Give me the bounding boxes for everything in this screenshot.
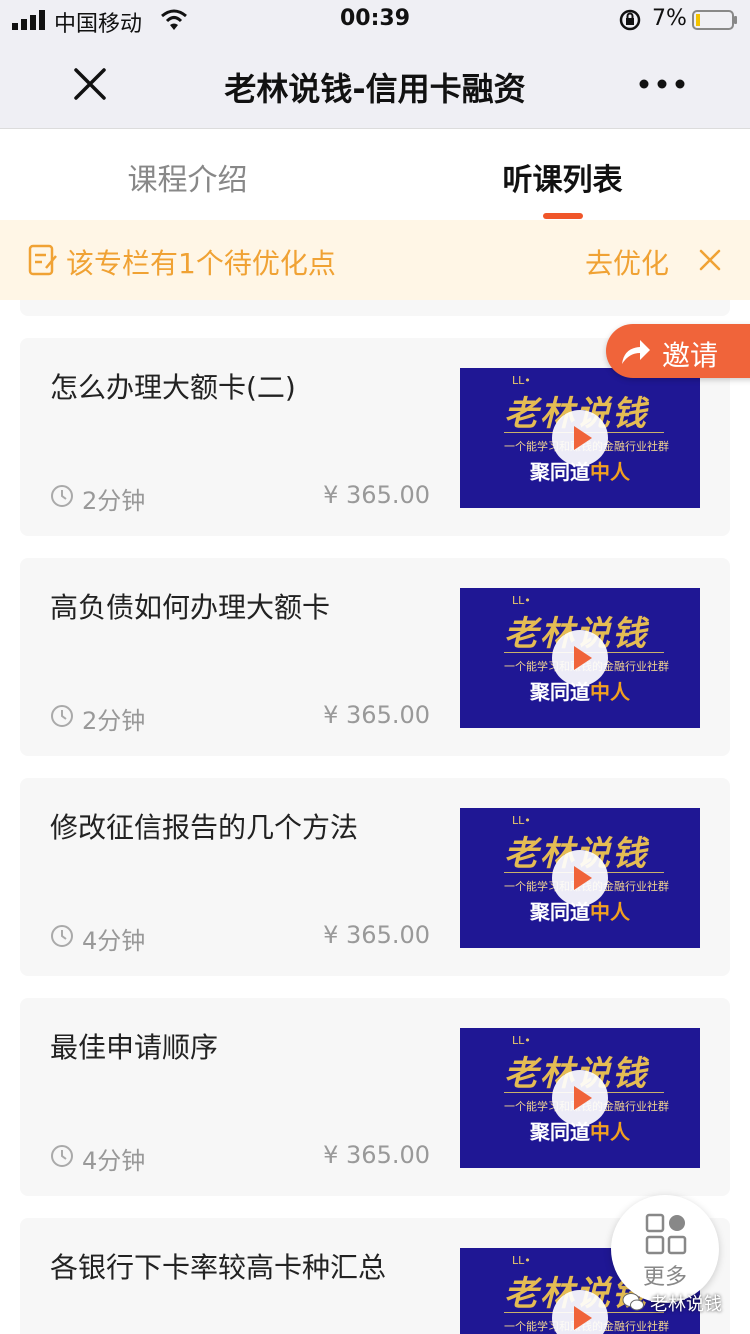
active-tab-indicator	[543, 213, 583, 219]
lesson-title: 怎么办理大额卡(二)	[50, 371, 296, 404]
lesson-price: ¥ 365.00	[323, 1141, 430, 1169]
grid-apps-icon	[645, 1213, 687, 1255]
invite-label: 邀请	[662, 339, 719, 372]
lesson-price: ¥ 365.00	[323, 481, 430, 509]
rotation-lock-icon	[619, 9, 641, 31]
page-title: 老林说钱-信用卡融资	[224, 70, 526, 108]
lesson-price: ¥ 365.00	[323, 921, 430, 949]
lesson-title: 高负债如何办理大额卡	[50, 591, 331, 624]
play-icon[interactable]	[550, 408, 610, 468]
lesson-thumbnail[interactable]: LL• 老林说钱 一个能学习和赚钱的金融行业社群 聚同道中人	[460, 808, 700, 948]
tab-lesson-list[interactable]: 听课列表	[375, 155, 750, 199]
lesson-title: 各银行下卡率较高卡种汇总	[50, 1251, 387, 1284]
lesson-thumbnail[interactable]: LL• 老林说钱 一个能学习和赚钱的金融行业社群 聚同道中人	[460, 368, 700, 508]
edit-note-icon	[28, 244, 57, 276]
play-icon[interactable]	[550, 848, 610, 908]
battery-icon	[692, 10, 737, 30]
notice-text: 该专栏有1个待优化点	[66, 247, 336, 280]
play-icon[interactable]	[550, 628, 610, 688]
clock-icon	[51, 485, 73, 507]
tab-bar: 课程介绍 听课列表	[0, 129, 750, 219]
nav-bar: 老林说钱-信用卡融资	[0, 40, 750, 129]
clock-icon	[51, 1145, 73, 1167]
lesson-duration: 4分钟	[82, 927, 146, 955]
share-arrow-icon	[622, 340, 650, 364]
more-button[interactable]: 更多	[611, 1195, 719, 1303]
list-item[interactable]: 最佳申请顺序 4分钟 ¥ 365.00 LL• 老林说钱 一个能学习和赚钱的金融…	[20, 998, 730, 1196]
wechat-icon	[622, 1293, 644, 1311]
tab-course-intro[interactable]: 课程介绍	[0, 155, 375, 199]
invite-button[interactable]: 邀请	[606, 324, 750, 378]
watermark: 老林说钱	[622, 1290, 742, 1315]
lesson-duration: 2分钟	[82, 487, 146, 515]
close-icon[interactable]	[694, 244, 726, 276]
more-label: 更多	[642, 1265, 687, 1290]
clock-icon	[51, 925, 73, 947]
list-item	[20, 300, 730, 316]
optimize-link[interactable]: 去优化	[585, 242, 669, 282]
play-icon[interactable]	[550, 1288, 610, 1334]
clock-icon	[51, 705, 73, 727]
close-icon[interactable]	[68, 62, 112, 106]
status-bar: 中国移动 00:39 7%	[0, 0, 750, 40]
lesson-duration: 4分钟	[82, 1147, 146, 1175]
lesson-thumbnail[interactable]: LL• 老林说钱 一个能学习和赚钱的金融行业社群 聚同道中人	[460, 1028, 700, 1168]
lesson-duration: 2分钟	[82, 707, 146, 735]
list-item[interactable]: 高负债如何办理大额卡 2分钟 ¥ 365.00 LL• 老林说钱 一个能学习和赚…	[20, 558, 730, 756]
list-item[interactable]: 修改征信报告的几个方法 4分钟 ¥ 365.00 LL• 老林说钱 一个能学习和…	[20, 778, 730, 976]
more-options-icon[interactable]	[636, 70, 688, 98]
optimization-notice: 该专栏有1个待优化点 去优化	[0, 220, 750, 300]
lesson-thumbnail[interactable]: LL• 老林说钱 一个能学习和赚钱的金融行业社群 聚同道中人	[460, 588, 700, 728]
battery-percent: 7%	[652, 6, 687, 31]
play-icon[interactable]	[550, 1068, 610, 1128]
lesson-price: ¥ 365.00	[323, 701, 430, 729]
watermark-text: 老林说钱	[650, 1294, 722, 1315]
lesson-title: 修改征信报告的几个方法	[50, 811, 359, 844]
lesson-title: 最佳申请顺序	[50, 1031, 219, 1064]
